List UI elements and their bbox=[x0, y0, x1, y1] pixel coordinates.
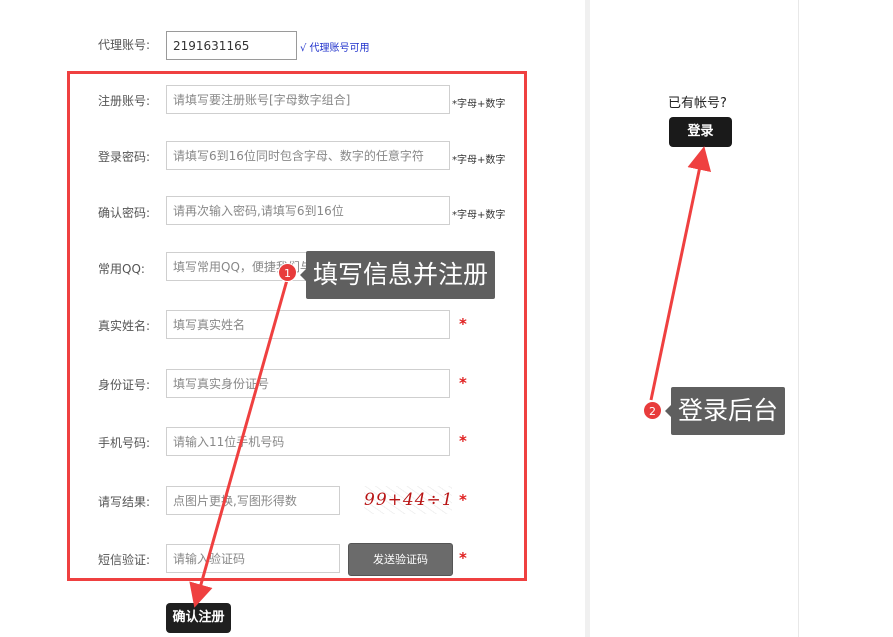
arrow-to-login bbox=[649, 146, 712, 401]
step-2-callout: 登录后台 bbox=[664, 387, 786, 435]
step-1-badge: 1 bbox=[278, 263, 297, 282]
arrow-to-register bbox=[189, 279, 289, 608]
step-2-badge: 2 bbox=[643, 401, 662, 420]
step-1-callout: 填写信息并注册 bbox=[299, 251, 496, 299]
annotation-arrows bbox=[189, 146, 712, 608]
